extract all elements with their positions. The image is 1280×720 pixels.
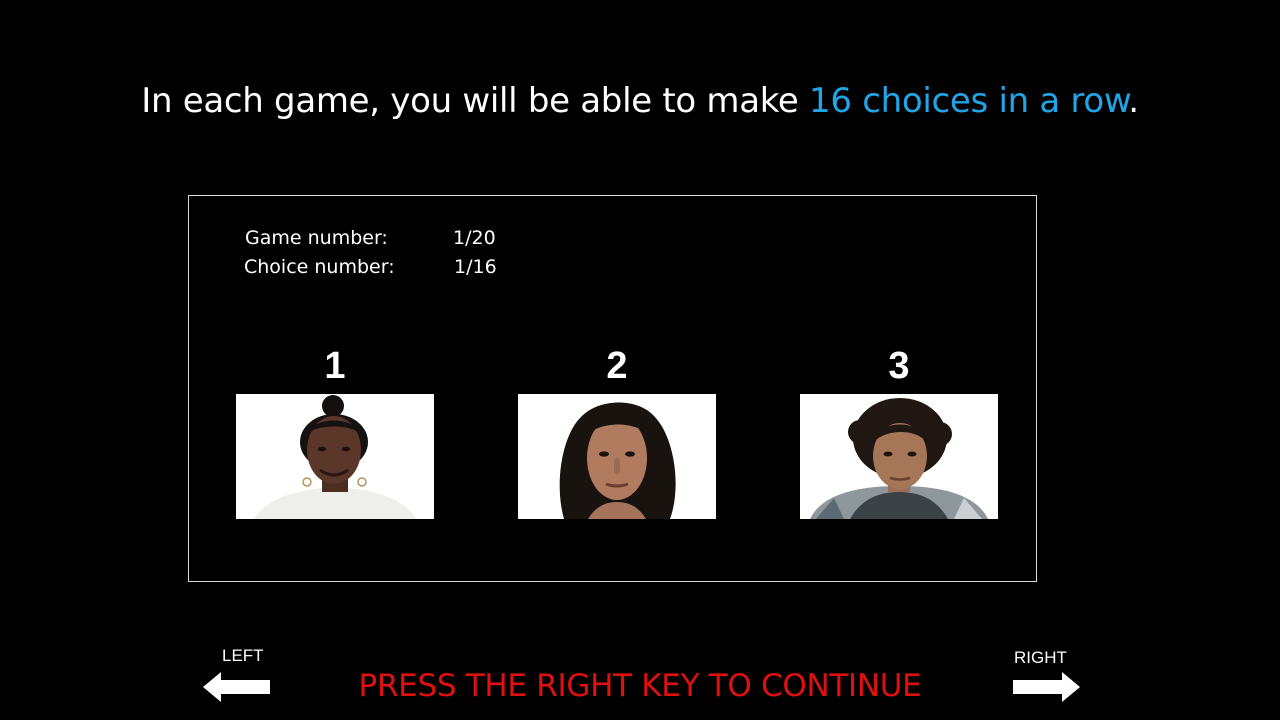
face-photo-2 — [518, 394, 716, 519]
option-number: 2 — [606, 345, 628, 387]
option-1[interactable]: 1 — [236, 344, 434, 519]
headline-suffix: . — [1128, 81, 1139, 121]
game-number-row: Game number: 1/20 — [245, 224, 545, 253]
face-photo-3 — [800, 394, 998, 519]
choice-number-label: Choice number: — [244, 256, 395, 278]
game-info: Game number: 1/20 Choice number: 1/16 — [244, 224, 545, 282]
headline-highlight: 16 choices in a row — [809, 81, 1129, 121]
right-key-label: RIGHT — [1014, 648, 1067, 667]
option-number: 3 — [888, 345, 910, 387]
option-number: 1 — [324, 345, 346, 387]
choice-number-row: Choice number: 1/16 — [244, 253, 545, 282]
face-photo-1 — [236, 394, 434, 519]
option-2[interactable]: 2 — [518, 344, 716, 519]
headline-text: In each game, you will be able to make — [141, 81, 810, 121]
left-key-label: LEFT — [222, 646, 264, 665]
option-3[interactable]: 3 — [800, 344, 998, 519]
game-number-value: 1/20 — [453, 227, 496, 249]
continue-instruction: PRESS THE RIGHT KEY TO CONTINUE — [358, 668, 922, 704]
arrow-right-icon — [1013, 672, 1080, 702]
game-preview-frame: Game number: 1/20 Choice number: 1/16 1 … — [188, 195, 1037, 582]
game-number-label: Game number: — [245, 227, 388, 249]
instruction-headline: In each game, you will be able to make 1… — [0, 78, 1280, 124]
choice-number-value: 1/16 — [454, 256, 497, 278]
